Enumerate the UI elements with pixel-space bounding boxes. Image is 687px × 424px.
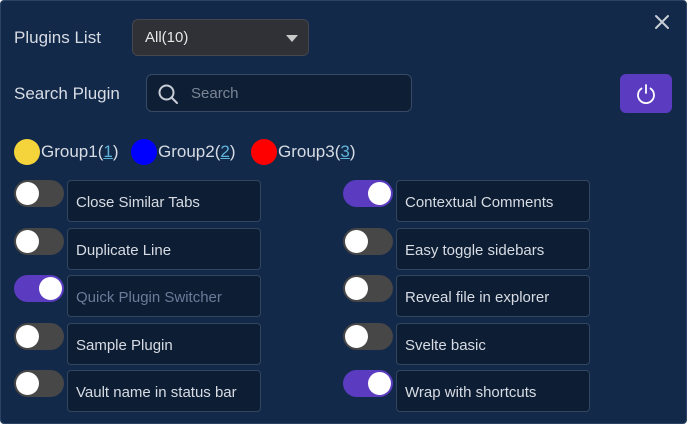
search-icon <box>158 84 178 104</box>
plugin-label[interactable]: Svelte basic <box>396 323 590 365</box>
toggle-knob <box>345 325 368 348</box>
plugin-toggle[interactable] <box>343 180 393 207</box>
disable-all-button[interactable] <box>620 74 672 113</box>
close-button[interactable] <box>651 11 673 33</box>
group-2: Group2 (2) <box>131 139 236 165</box>
plugin-label[interactable]: Quick Plugin Switcher <box>67 275 261 317</box>
plugin-label[interactable]: Duplicate Line <box>67 228 261 270</box>
plugin-toggle[interactable] <box>14 228 64 255</box>
group-1-color-dot <box>14 139 40 165</box>
plugin-label[interactable]: Sample Plugin <box>67 323 261 365</box>
close-icon <box>655 15 669 29</box>
plugin-manager-modal: Plugins List All(10) Search Plugin Group… <box>0 0 687 424</box>
plugin-toggle[interactable] <box>343 370 393 397</box>
search-plugin-label: Search Plugin <box>14 84 120 103</box>
group-2-name: Group2 <box>158 142 215 161</box>
toggle-knob <box>345 230 368 253</box>
plugin-toggle[interactable] <box>14 180 64 207</box>
group-3-color-dot <box>251 139 277 165</box>
search-input[interactable] <box>191 75 401 111</box>
plugin-label[interactable]: Wrap with shortcuts <box>396 370 590 412</box>
group-3-count-link[interactable]: 3 <box>340 142 349 162</box>
toggle-knob <box>16 182 39 205</box>
power-icon <box>637 84 655 105</box>
plugin-toggle[interactable] <box>343 323 393 350</box>
toggle-knob <box>16 372 39 395</box>
plugin-label[interactable]: Close Similar Tabs <box>67 180 261 222</box>
group-3-name: Group3 <box>278 142 335 161</box>
plugin-label[interactable]: Reveal file in explorer <box>396 275 590 317</box>
search-box <box>146 74 412 112</box>
group-3: Group3 (3) <box>251 139 356 165</box>
plugin-toggle[interactable] <box>343 228 393 255</box>
toggle-knob <box>368 372 391 395</box>
toggle-knob <box>345 277 368 300</box>
group-1-count-link[interactable]: 1 <box>103 142 112 162</box>
plugin-toggle[interactable] <box>14 370 64 397</box>
toggle-knob <box>39 277 62 300</box>
toggle-knob <box>16 325 39 348</box>
plugin-toggle[interactable] <box>14 323 64 350</box>
chevron-down-icon <box>286 35 298 42</box>
plugin-label[interactable]: Vault name in status bar <box>67 370 261 412</box>
group-1-name: Group1 <box>41 142 98 161</box>
filter-dropdown[interactable]: All(10) <box>132 19 309 56</box>
plugin-label[interactable]: Easy toggle sidebars <box>396 228 590 270</box>
toggle-knob <box>16 230 39 253</box>
group-1: Group1 (1) <box>14 139 119 165</box>
toggle-knob <box>368 182 391 205</box>
filter-selected-value: All(10) <box>145 29 189 46</box>
group-2-color-dot <box>131 139 157 165</box>
group-2-count-link[interactable]: 2 <box>220 142 229 162</box>
plugins-list-label: Plugins List <box>14 28 101 47</box>
plugin-label[interactable]: Contextual Comments <box>396 180 590 222</box>
plugin-toggle[interactable] <box>343 275 393 302</box>
plugin-toggle[interactable] <box>14 275 64 302</box>
